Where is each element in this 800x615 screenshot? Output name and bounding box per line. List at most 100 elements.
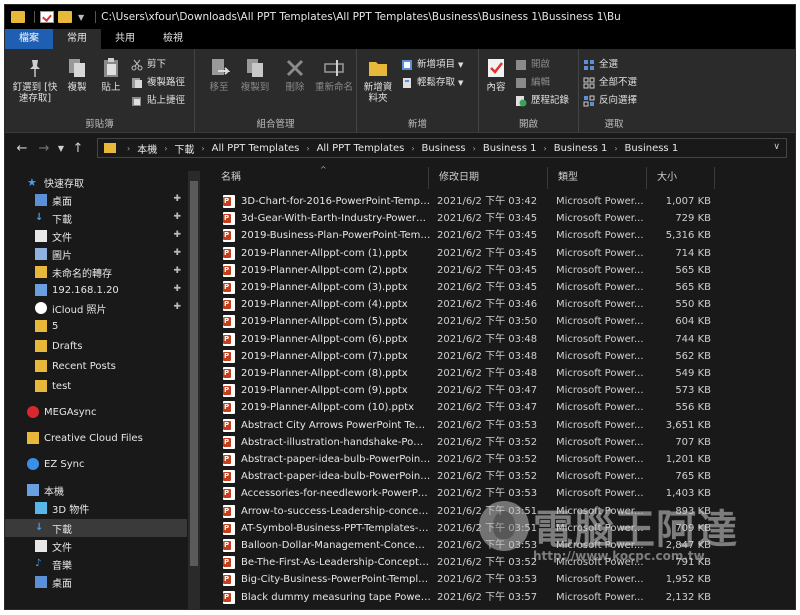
edit-button[interactable]: 編輯	[515, 75, 550, 91]
chevron-right-icon[interactable]: ›	[164, 144, 167, 153]
pin-icon[interactable]: ✚	[173, 194, 181, 204]
table-row[interactable]: Abstract-paper-idea-bulb-PowerPoint... 20…	[215, 451, 715, 468]
sidebar-item[interactable]: Creative Cloud Files	[5, 429, 187, 447]
sidebar-item[interactable]: test	[5, 377, 187, 395]
table-row[interactable]: 2019-Planner-Allppt-com (6).pptx 2021/6/2…	[215, 331, 715, 348]
select-all-button[interactable]: 全選	[583, 57, 618, 73]
table-row[interactable]: 2019-Planner-Allppt-com (2).pptx 2021/6/2…	[215, 262, 715, 279]
table-row[interactable]: Abstract-paper-idea-bulb-PowerPoint... 20…	[215, 468, 715, 485]
chevron-right-icon[interactable]: ›	[201, 144, 204, 153]
sidebar-item[interactable]: 文件	[5, 537, 187, 555]
copy-path-button[interactable]: 複製路徑	[131, 75, 185, 91]
table-row[interactable]: 2019-Planner-Allppt-com (7).pptx 2021/6/2…	[215, 348, 715, 365]
nav-scrollbar-thumb[interactable]	[190, 181, 198, 566]
forward-arrow-icon[interactable]: →	[33, 141, 55, 156]
pin-icon[interactable]: ✚	[173, 230, 181, 240]
move-to-button[interactable]: 移至	[199, 57, 239, 93]
chevron-right-icon[interactable]: ›	[306, 144, 309, 153]
column-header-size[interactable]: 大小	[647, 167, 715, 189]
table-row[interactable]: 2019-Planner-Allppt-com (4).pptx 2021/6/2…	[215, 296, 715, 313]
paste-shortcut-button[interactable]: 貼上捷徑	[131, 93, 185, 109]
new-folder-button[interactable]: 新增資料夾	[361, 57, 395, 104]
breadcrumb-item[interactable]: Business 1	[554, 143, 608, 154]
sidebar-item[interactable]: MEGAsync	[5, 403, 187, 421]
sidebar-item[interactable]: Recent Posts	[5, 357, 187, 375]
chevron-down-icon[interactable]: ∨	[773, 142, 780, 152]
pin-icon[interactable]: ✚	[173, 248, 181, 258]
breadcrumb-item[interactable]: Business	[422, 143, 466, 154]
sidebar-item[interactable]: 192.168.1.20 ✚	[5, 281, 187, 299]
easy-access-button[interactable]: 輕鬆存取 ▼	[401, 75, 463, 91]
sidebar-item[interactable]: Drafts	[5, 337, 187, 355]
sidebar-item[interactable]: ♪ 音樂	[5, 555, 187, 573]
copy-to-button[interactable]: 複製到	[235, 57, 275, 93]
column-header-type[interactable]: 類型	[548, 167, 647, 189]
history-button[interactable]: 歷程記錄	[515, 93, 569, 109]
properties-button[interactable]: 內容	[481, 57, 511, 93]
table-row[interactable]: Abstract-illustration-handshake-Power...…	[215, 434, 715, 451]
breadcrumb-item[interactable]: All PPT Templates	[212, 143, 300, 154]
back-arrow-icon[interactable]: ←	[11, 141, 33, 156]
chevron-right-icon[interactable]: ›	[614, 144, 617, 153]
table-row[interactable]: 2019-Business-Plan-PowerPoint-Temp... 202…	[215, 227, 715, 244]
breadcrumb-item[interactable]: All PPT Templates	[317, 143, 405, 154]
column-header-name[interactable]: 名稱	[211, 167, 429, 189]
sidebar-item[interactable]: iCloud 照片 ✚	[5, 299, 187, 317]
chevron-down-icon[interactable]: ▼	[78, 13, 84, 22]
table-row[interactable]: 2019-Planner-Allppt-com (3).pptx 2021/6/2…	[215, 279, 715, 296]
select-none-button[interactable]: 全部不選	[583, 75, 637, 91]
sidebar-item[interactable]: EZ Sync	[5, 455, 187, 473]
sidebar-item[interactable]: ↓ 下載	[5, 519, 187, 537]
table-row[interactable]: 2019-Planner-Allppt-com (10).pptx 2021/6/…	[215, 399, 715, 416]
sidebar-item[interactable]: ★ 快速存取	[5, 173, 187, 191]
sidebar-item[interactable]: 3D 物件	[5, 499, 187, 517]
pin-quick-access-button[interactable]: 釘選到 [快速存取]	[9, 57, 61, 104]
sidebar-item[interactable]: 本機	[5, 481, 187, 499]
chevron-right-icon[interactable]: ›	[411, 144, 414, 153]
open-button[interactable]: 開啟	[515, 57, 550, 73]
sidebar-item[interactable]: 桌面 ✚	[5, 191, 187, 209]
column-header-date[interactable]: 修改日期	[429, 167, 548, 189]
tab-share[interactable]: 共用	[101, 29, 149, 49]
chevron-right-icon[interactable]: ›	[127, 144, 130, 153]
tab-file[interactable]: 檔案	[5, 29, 53, 49]
paste-button[interactable]: 貼上	[91, 57, 131, 93]
breadcrumb-item[interactable]: 本機	[137, 141, 157, 156]
new-item-button[interactable]: 新增項目 ▼	[401, 57, 463, 73]
breadcrumb-item[interactable]: 下載	[174, 141, 194, 156]
chevron-right-icon[interactable]: ›	[544, 144, 547, 153]
tab-home[interactable]: 常用	[53, 29, 101, 49]
sidebar-item[interactable]: 文件 ✚	[5, 227, 187, 245]
breadcrumb-item[interactable]: Business 1	[625, 143, 679, 154]
table-row[interactable]: 2019-Planner-Allppt-com (8).pptx 2021/6/2…	[215, 365, 715, 382]
address-bar[interactable]: › 本機 › 下載 › All PPT Templates › All PPT …	[97, 138, 787, 158]
sidebar-item[interactable]: 5	[5, 317, 187, 335]
sidebar-item[interactable]: ↓ 下載 ✚	[5, 209, 187, 227]
pin-icon[interactable]: ✚	[173, 212, 181, 222]
invert-selection-button[interactable]: 反向選擇	[583, 93, 637, 109]
table-row[interactable]: 2019-Planner-Allppt-com (5).pptx 2021/6/2…	[215, 313, 715, 330]
delete-button[interactable]: 刪除	[279, 57, 311, 93]
pin-icon[interactable]: ✚	[173, 266, 181, 276]
pin-icon[interactable]: ✚	[173, 302, 181, 312]
table-row[interactable]: 2019-Planner-Allppt-com (9).pptx 2021/6/2…	[215, 382, 715, 399]
sidebar-item[interactable]: 未命名的轉存 ✚	[5, 263, 187, 281]
table-row[interactable]: 2019-Planner-Allppt-com (1).pptx 2021/6/2…	[215, 245, 715, 262]
new-folder-quick-icon[interactable]	[58, 11, 72, 23]
rename-button[interactable]: 重新命名	[311, 57, 357, 93]
recent-locations-chevron-icon[interactable]: ▼	[55, 144, 67, 153]
cut-button[interactable]: 剪下	[131, 57, 166, 73]
table-row[interactable]: 3d-Gear-With-Earth-Industry-PowerPo... 20…	[215, 210, 715, 227]
tab-view[interactable]: 檢視	[149, 29, 197, 49]
breadcrumb-item[interactable]: Business 1	[483, 143, 537, 154]
table-row[interactable]: Black dummy measuring tape PowerP... 2021…	[215, 589, 715, 606]
sidebar-item[interactable]: 桌面	[5, 573, 187, 591]
table-row[interactable]: 3D-Chart-for-2016-PowerPoint-Templ... 202…	[215, 193, 715, 210]
table-row[interactable]: Abstract City Arrows PowerPoint Templ...…	[215, 417, 715, 434]
pin-icon[interactable]: ✚	[173, 284, 181, 294]
up-arrow-icon[interactable]: ↑	[67, 141, 89, 156]
chevron-right-icon[interactable]: ›	[473, 144, 476, 153]
sidebar-item[interactable]: 圖片 ✚	[5, 245, 187, 263]
table-row[interactable]: Big-City-Business-PowerPoint-Templat... 2…	[215, 571, 715, 588]
nav-scrollbar[interactable]	[188, 171, 200, 609]
